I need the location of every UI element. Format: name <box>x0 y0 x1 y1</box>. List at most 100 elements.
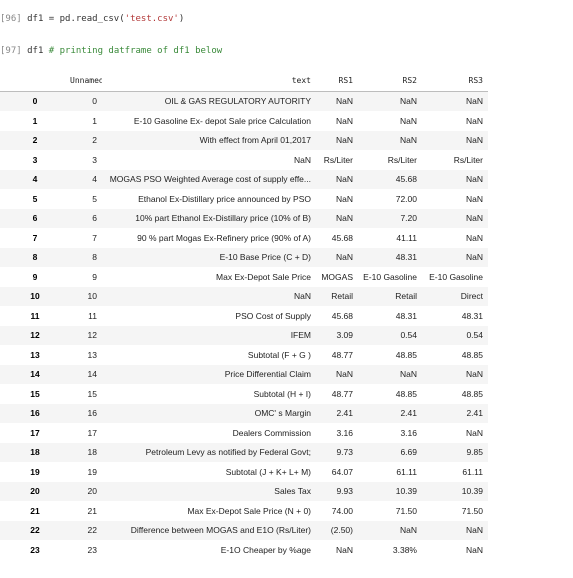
table-cell: NaN <box>465 174 483 185</box>
row-index: 15 <box>30 388 40 399</box>
table-cell: 48.31 <box>461 310 483 321</box>
table-cell: 12 <box>87 330 97 341</box>
table-cell: 90 % part Mogas Ex-Refinery price (90% o… <box>137 232 311 243</box>
table-cell: NaN <box>335 135 353 146</box>
table-row: 1 1 E-10 Gasoline Ex- depot Sale price Cal… <box>0 111 488 131</box>
table-cell: NaN <box>335 369 353 380</box>
table-row: 21 21 Max Ex-Depot Sale Price (N + 0) 74.00… <box>0 501 488 521</box>
row-index: 12 <box>30 330 40 341</box>
row-index: 10 <box>30 291 40 302</box>
table-cell: 48.77 <box>331 388 353 399</box>
table-cell: 9.93 <box>336 486 353 497</box>
table-row: 12 12 IFEM 3.09 0.54 0.54 <box>0 325 488 345</box>
table-cell: 0 <box>92 96 97 107</box>
table-cell: 23 <box>87 544 97 555</box>
table-cell: Subtotal (F + G ) <box>247 349 311 360</box>
code-cell-96[interactable]: [96] df1 = pd.read_csv('test.csv') <box>0 14 184 24</box>
table-row: 13 13 Subtotal (F + G ) 48.77 48.85 48.85 <box>0 345 488 365</box>
table-cell: 7.20 <box>400 213 417 224</box>
table-row: 7 7 90 % part Mogas Ex-Refinery price (90%… <box>0 228 488 248</box>
table-cell: NaN <box>399 369 417 380</box>
table-cell: 45.68 <box>331 310 353 321</box>
code-text: df1 = pd.read_csv( <box>27 14 125 24</box>
table-cell: OIL & GAS REGULATORY AUTORITY <box>164 96 311 107</box>
table-row: 11 11 PSO Cost of Supply 45.68 48.31 48.31 <box>0 306 488 326</box>
row-index: 18 <box>30 447 40 458</box>
row-index: 7 <box>32 232 38 243</box>
table-row: 3 3 NaN Rs/Liter Rs/Liter Rs/Liter <box>0 150 488 170</box>
table-cell: NaN <box>465 427 483 438</box>
table-cell: NaN <box>293 291 311 302</box>
table-row: 23 23 E-1O Cheaper by %age NaN 3.38% NaN <box>0 540 488 560</box>
code-cell-97[interactable]: [97] df1 # printing datframe of df1 belo… <box>0 46 222 56</box>
table-cell: 0.54 <box>400 330 417 341</box>
code-text-end: ) <box>178 14 185 24</box>
table-cell: IFEM <box>290 330 311 341</box>
table-row: 20 20 Sales Tax 9.93 10.39 10.39 <box>0 481 488 501</box>
table-cell: MOGAS PSO Weighted Average cost of suppl… <box>109 174 311 185</box>
table-cell: NaN <box>399 525 417 536</box>
table-cell: 3 <box>92 154 97 165</box>
table-cell: 74.00 <box>331 505 353 516</box>
table-row: 0 0 OIL & GAS REGULATORY AUTORITY NaN NaN NaN <box>0 91 488 111</box>
table-cell: 3.16 <box>400 427 417 438</box>
table-cell: 61.11 <box>462 466 483 477</box>
table-cell: 48.31 <box>395 252 417 263</box>
table-cell: Subtotal (J + K+ L+ M) <box>225 466 311 477</box>
table-row: 14 14 Price Differential Claim NaN NaN NaN <box>0 364 488 384</box>
table-cell: 8 <box>92 252 97 263</box>
table-cell: E-10 Gasoline <box>429 271 483 282</box>
table-cell: Difference between MOGAS and E1O (Rs/Lit… <box>130 525 311 536</box>
column-header: text <box>102 71 316 92</box>
table-cell: Rs/Liter <box>453 154 483 165</box>
table-cell: 3.38% <box>392 544 417 555</box>
table-cell: NaN <box>335 96 353 107</box>
table-cell: 10% part Ethanol Ex-Distillary price (10… <box>135 213 311 224</box>
table-cell: NaN <box>465 525 483 536</box>
table-cell: NaN <box>335 193 353 204</box>
row-index: 20 <box>30 486 40 497</box>
table-cell: 45.68 <box>395 174 417 185</box>
table-cell: PSO Cost of Supply <box>235 310 311 321</box>
table-cell: NaN <box>335 252 353 263</box>
table-cell: 10.39 <box>395 486 417 497</box>
column-header: Unnamed: 0 <box>70 71 102 92</box>
table-cell: NaN <box>465 252 483 263</box>
table-cell: NaN <box>465 213 483 224</box>
table-cell: 61.11 <box>396 466 417 477</box>
table-cell: 71.50 <box>461 505 483 516</box>
row-index: 4 <box>32 174 38 185</box>
table-cell: 2 <box>92 135 97 146</box>
code-comment: # printing datframe of df1 below <box>48 46 223 56</box>
row-index: 2 <box>32 135 38 146</box>
index-header <box>0 71 70 92</box>
table-cell: 3.16 <box>336 427 353 438</box>
row-index: 16 <box>30 408 40 419</box>
table-row: 6 6 10% part Ethanol Ex-Distillary price (… <box>0 208 488 228</box>
table-cell: 48.85 <box>461 388 483 399</box>
cell-prompt: [96] <box>0 14 22 24</box>
row-index: 0 <box>32 96 38 107</box>
table-cell: 6.69 <box>400 447 417 458</box>
column-header: RS3 <box>422 71 488 92</box>
table-cell: Rs/Liter <box>387 154 417 165</box>
table-cell: 48.85 <box>461 349 483 360</box>
table-cell: 20 <box>87 486 97 497</box>
table-cell: NaN <box>465 135 483 146</box>
table-cell: NaN <box>465 96 483 107</box>
row-index: 6 <box>32 213 38 224</box>
table-cell: Sales Tax <box>274 486 311 497</box>
row-index: 8 <box>32 252 38 263</box>
table-cell: NaN <box>399 115 417 126</box>
table-cell: 72.00 <box>395 193 417 204</box>
table-cell: NaN <box>465 115 483 126</box>
table-cell: NaN <box>335 544 353 555</box>
table-cell: Subtotal (H + I) <box>253 388 311 399</box>
table-cell: Price Differential Claim <box>224 369 311 380</box>
table-cell: NaN <box>293 154 311 165</box>
table-cell: Dealers Commission <box>232 427 311 438</box>
table-cell: Retail <box>331 291 353 302</box>
table-cell: 7 <box>92 232 97 243</box>
table-body: 0 0 OIL & GAS REGULATORY AUTORITY NaN NaN NaN… <box>0 91 488 560</box>
table-cell: Petroleum Levy as notified by Federal Go… <box>145 447 311 458</box>
